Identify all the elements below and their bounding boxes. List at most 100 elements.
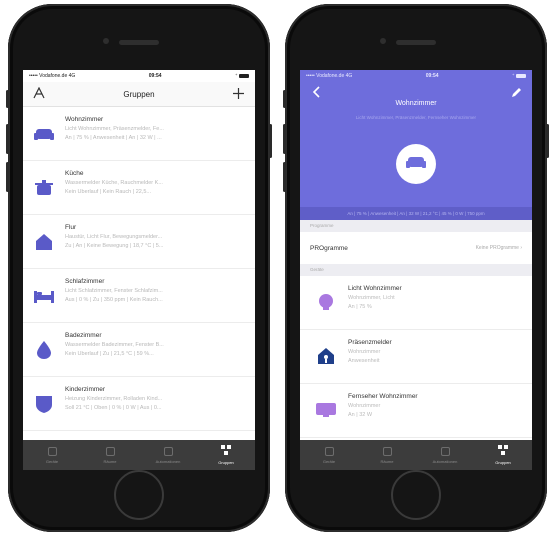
- home-button[interactable]: [391, 470, 441, 520]
- automation-icon: [163, 446, 173, 456]
- groups-icon: [221, 445, 231, 457]
- tab-label: Gruppen: [495, 460, 511, 465]
- battery-hint: ⁺: [511, 73, 515, 79]
- page-title: Gruppen: [123, 89, 155, 99]
- device-status: Anwesenheit: [348, 358, 380, 364]
- groups-screen: ••••• Vodafone.de 4G 09:54 ⁺ Gruppen Woh…: [23, 70, 255, 470]
- device-room: Wohnzimmer: [348, 349, 381, 355]
- device-room: Wohnzimmer, Licht: [348, 295, 395, 301]
- section-header-programs: Programme: [300, 220, 532, 232]
- tv-icon: [314, 398, 338, 422]
- tab-raeume[interactable]: Räume: [85, 446, 135, 464]
- mute-switch: [6, 90, 9, 108]
- programs-row[interactable]: PROgramme Keine PROgramme ›: [300, 232, 532, 264]
- volume-up-button: [283, 124, 286, 154]
- tab-label: Räume: [103, 458, 117, 464]
- status-bar: ••••• Vodafone.de 4G 09:54 ⁺: [300, 70, 532, 82]
- logo-icon[interactable]: [31, 86, 47, 101]
- group-status: Zu | An | Keine Bewegung | 18,7 °C | 5..…: [65, 243, 164, 249]
- group-item-badezimmer[interactable]: Badezimmer Wassermelder Badezimmer, Fens…: [23, 323, 255, 377]
- group-detail-screen: ••••• Vodafone.de 4G 09:54 ⁺ Wohnzimmer …: [300, 70, 532, 470]
- clock-label: 09:54: [148, 73, 162, 79]
- pot-icon: [32, 176, 56, 200]
- device-item-praesenzmelder[interactable]: Präsenzmelder Wohnzimmer Anwesenheit: [300, 330, 532, 384]
- group-item-wohnzimmer[interactable]: Wohnzimmer Licht Wohnzimmer, Präsenzmeld…: [23, 107, 255, 161]
- group-item-flur[interactable]: Flur Haustür, Licht Flur, Bewegungsmelde…: [23, 215, 255, 269]
- front-camera: [380, 38, 386, 44]
- groups-icon: [498, 445, 508, 457]
- group-avatar: [396, 144, 436, 184]
- house-presence-icon: [314, 344, 338, 368]
- tab-automationen[interactable]: Automationen: [420, 446, 470, 464]
- group-status-bar: An | 75 % | Anwesenheit | An | 32 W | 21…: [300, 207, 532, 220]
- shield-icon: [32, 392, 56, 416]
- group-status: Aus | 0 % | Zu | 350 ppm | Kein Rauch...: [65, 297, 163, 303]
- carrier-label: ••••• Vodafone.de 4G: [306, 73, 353, 79]
- tab-label: Automationen: [432, 458, 458, 464]
- group-status: An | 75 % | Anwesenheit | An | 32 W | ..…: [65, 135, 162, 141]
- group-status: Kein Überlauf | Kein Rauch | 22,5...: [65, 189, 152, 195]
- battery-hint: ⁺: [234, 73, 238, 79]
- device-status: An | 32 W: [348, 412, 373, 418]
- volume-down-button: [283, 162, 286, 192]
- group-name: Flur: [65, 224, 77, 231]
- sofa-icon: [32, 122, 56, 146]
- device-item-fernseher[interactable]: Fernseher Wohnzimmer Wohnzimmer An | 32 …: [300, 384, 532, 438]
- group-item-kueche[interactable]: Küche Wassermelder Küche, Rauchmelder K.…: [23, 161, 255, 215]
- bed-icon: [32, 284, 56, 308]
- drop-icon: [32, 338, 56, 362]
- phone-right: ••••• Vodafone.de 4G 09:54 ⁺ Wohnzimmer …: [283, 4, 549, 532]
- tab-raeume[interactable]: Räume: [362, 446, 412, 464]
- group-devices: Wassermelder Küche, Rauchmelder K...: [65, 180, 163, 186]
- tab-gruppen[interactable]: Gruppen: [478, 445, 528, 465]
- power-button: [546, 124, 549, 158]
- tab-bar: Geräte Räume Automationen Gruppen: [300, 440, 532, 470]
- battery-icon: ⁺: [512, 73, 526, 79]
- device-name: Präsenzmelder: [348, 339, 392, 346]
- group-name: Schlafzimmer: [65, 278, 105, 285]
- volume-down-button: [6, 162, 9, 192]
- room-icon: [382, 446, 392, 456]
- battery-icon: ⁺: [235, 73, 249, 79]
- device-icon: [47, 446, 57, 456]
- clock-label: 09:54: [425, 73, 439, 79]
- device-name: Fernseher Wohnzimmer: [348, 393, 418, 400]
- page-title: Wohnzimmer: [395, 100, 437, 107]
- tab-label: Gruppen: [218, 460, 234, 465]
- tab-label: Geräte: [322, 458, 336, 464]
- earpiece-speaker: [119, 40, 159, 45]
- section-header-devices: Geräte: [300, 264, 532, 276]
- chevron-right-icon: ›: [520, 245, 522, 251]
- power-button: [269, 124, 272, 158]
- group-list: Wohnzimmer Licht Wohnzimmer, Präsenzmeld…: [23, 107, 255, 431]
- tab-geraete[interactable]: Geräte: [304, 446, 354, 464]
- group-name: Wohnzimmer: [65, 116, 104, 123]
- group-item-schlafzimmer[interactable]: Schlafzimmer Licht Schlafzimmer, Fenster…: [23, 269, 255, 323]
- plus-icon[interactable]: [231, 87, 247, 101]
- group-devices: Licht Wohnzimmer, Präsenzmelder, Fe...: [65, 126, 164, 132]
- carrier-label: ••••• Vodafone.de 4G: [29, 73, 76, 79]
- group-status: Soll 21 °C | Oben | 0 % | 0 W | Aus | 0.…: [65, 405, 162, 411]
- back-chevron-icon[interactable]: [308, 86, 324, 100]
- device-room: Wohnzimmer: [348, 403, 381, 409]
- tab-label: Geräte: [45, 458, 59, 464]
- tab-automationen[interactable]: Automationen: [143, 446, 193, 464]
- front-camera: [103, 38, 109, 44]
- tab-geraete[interactable]: Geräte: [27, 446, 77, 464]
- group-devices: Wassermelder Badezimmer, Fenster B...: [65, 342, 164, 348]
- edit-pencil-icon[interactable]: [508, 87, 524, 100]
- tab-gruppen[interactable]: Gruppen: [201, 445, 251, 465]
- bulb-icon: [314, 290, 338, 314]
- group-devices: Haustür, Licht Flur, Bewegungsmelder...: [65, 234, 163, 240]
- group-name: Küche: [65, 170, 84, 177]
- group-item-kinderzimmer[interactable]: Kinderzimmer Heizung Kinderzimmer, Rolla…: [23, 377, 255, 431]
- device-item-licht[interactable]: Licht Wohnzimmer Wohnzimmer, Licht An | …: [300, 276, 532, 330]
- group-name: Badezimmer: [65, 332, 102, 339]
- group-header: ••••• Vodafone.de 4G 09:54 ⁺ Wohnzimmer …: [300, 70, 532, 220]
- mute-switch: [283, 90, 286, 108]
- earpiece-speaker: [396, 40, 436, 45]
- automation-icon: [440, 446, 450, 456]
- group-devices: Licht Schlafzimmer, Fenster Schlafzim...: [65, 288, 163, 294]
- group-subtitle: Licht Wohnzimmer, Präsenzmelder, Fernseh…: [355, 115, 477, 120]
- home-button[interactable]: [114, 470, 164, 520]
